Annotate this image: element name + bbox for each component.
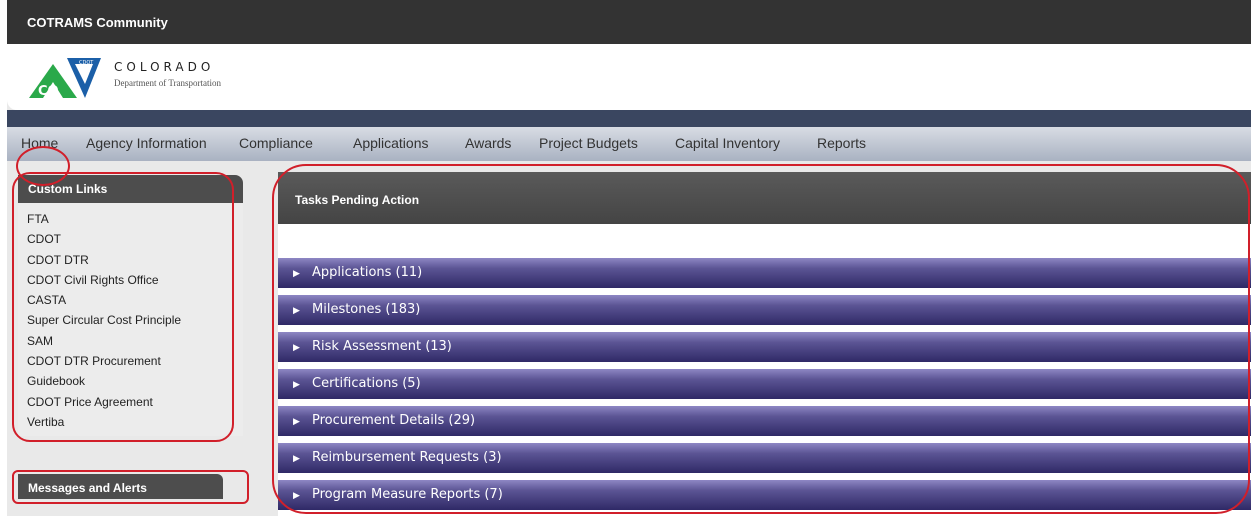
logo-bar: CDOT CO COLORADO Department of Transport…	[7, 44, 1251, 110]
custom-link-vertiba[interactable]: Vertiba	[27, 412, 243, 432]
custom-link-cdot[interactable]: CDOT	[27, 229, 243, 249]
nav-capital-inventory[interactable]: Capital Inventory	[675, 135, 780, 151]
task-row-risk-assessment[interactable]: ▶ Risk Assessment (13)	[278, 332, 1251, 362]
task-row-milestones[interactable]: ▶ Milestones (183)	[278, 295, 1251, 325]
logo-wordmark: COLORADO Department of Transportation	[114, 60, 221, 88]
logo-state-name: COLORADO	[114, 60, 215, 74]
custom-link-dtr-procurement[interactable]: CDOT DTR Procurement	[27, 351, 243, 371]
task-label: Certifications (5)	[312, 376, 421, 391]
nav-compliance[interactable]: Compliance	[239, 135, 313, 151]
caret-right-icon: ▶	[293, 453, 300, 463]
nav-awards[interactable]: Awards	[465, 135, 511, 151]
nav-home[interactable]: Home	[21, 135, 58, 151]
caret-right-icon: ▶	[293, 490, 300, 500]
task-row-program-measure-reports[interactable]: ▶ Program Measure Reports (7)	[278, 480, 1251, 510]
logo-department-name: Department of Transportation	[114, 78, 221, 88]
caret-right-icon: ▶	[293, 305, 300, 315]
nav-agency-information[interactable]: Agency Information	[86, 135, 207, 151]
tasks-pending-header: Tasks Pending Action	[278, 172, 1251, 224]
cdot-mountain-logo-icon[interactable]: CDOT CO	[29, 54, 101, 98]
custom-link-sam[interactable]: SAM	[27, 331, 243, 351]
logo-co-text: CO	[38, 84, 59, 98]
tasks-pending-title: Tasks Pending Action	[295, 193, 420, 207]
custom-link-price-agreement[interactable]: CDOT Price Agreement	[27, 392, 243, 412]
main-panel: Tasks Pending Action ▶ Applications (11)…	[278, 172, 1251, 516]
custom-link-cdot-dtr[interactable]: CDOT DTR	[27, 250, 243, 270]
main-nav: Home Agency Information Compliance Appli…	[7, 127, 1251, 161]
caret-right-icon: ▶	[293, 342, 300, 352]
sidebar: Custom Links FTA CDOT CDOT DTR CDOT Civi…	[18, 175, 243, 437]
app-title: COTRAMS Community	[27, 15, 168, 30]
nav-reports[interactable]: Reports	[817, 135, 866, 151]
nav-applications[interactable]: Applications	[353, 135, 429, 151]
caret-right-icon: ▶	[293, 416, 300, 426]
custom-link-super-circular[interactable]: Super Circular Cost Principle	[27, 310, 243, 330]
task-row-procurement-details[interactable]: ▶ Procurement Details (29)	[278, 406, 1251, 436]
nav-project-budgets[interactable]: Project Budgets	[539, 135, 638, 151]
custom-links-header: Custom Links	[18, 175, 243, 203]
caret-right-icon: ▶	[293, 268, 300, 278]
task-label: Risk Assessment (13)	[312, 339, 452, 354]
task-label: Reimbursement Requests (3)	[312, 450, 502, 465]
custom-link-casta[interactable]: CASTA	[27, 290, 243, 310]
task-row-applications[interactable]: ▶ Applications (11)	[278, 258, 1251, 288]
tasks-accordion: ▶ Applications (11) ▶ Milestones (183) ▶…	[278, 258, 1251, 517]
task-label: Program Measure Reports (7)	[312, 487, 503, 502]
task-row-reimbursement-requests[interactable]: ▶ Reimbursement Requests (3)	[278, 443, 1251, 473]
task-row-certifications[interactable]: ▶ Certifications (5)	[278, 369, 1251, 399]
custom-link-civil-rights[interactable]: CDOT Civil Rights Office	[27, 270, 243, 290]
caret-right-icon: ▶	[293, 379, 300, 389]
header-divider	[7, 110, 1251, 127]
custom-links-list: FTA CDOT CDOT DTR CDOT Civil Rights Offi…	[18, 203, 243, 437]
custom-link-fta[interactable]: FTA	[27, 209, 243, 229]
logo-badge-text: CDOT	[79, 60, 94, 66]
top-bar: COTRAMS Community	[7, 0, 1251, 44]
custom-link-guidebook[interactable]: Guidebook	[27, 371, 243, 391]
task-label: Applications (11)	[312, 265, 423, 280]
messages-alerts-header[interactable]: Messages and Alerts	[18, 474, 223, 499]
task-label: Procurement Details (29)	[312, 413, 476, 428]
task-label: Milestones (183)	[312, 302, 421, 317]
